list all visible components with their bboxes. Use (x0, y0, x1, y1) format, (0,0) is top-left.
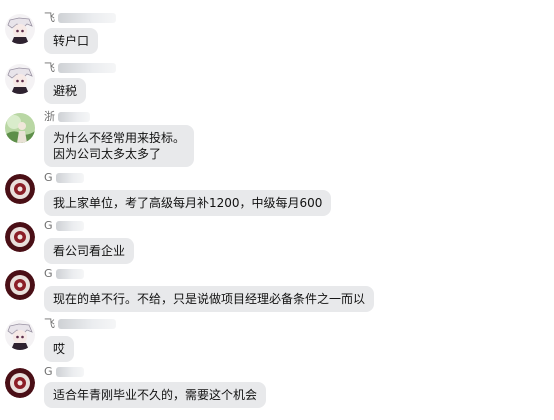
redacted-name (58, 13, 116, 23)
redacted-name (58, 319, 116, 329)
sender-name: G (44, 219, 53, 232)
redacted-name (55, 269, 84, 279)
message-bubble[interactable]: 为什么不经常用来投标。 因为公司太多太多了 (44, 125, 195, 167)
message-text: 为什么不经常用来投标。 (53, 131, 186, 145)
sender-label: 飞 (44, 11, 116, 25)
sender-name: 飞 (44, 317, 55, 330)
message-text: 我上家单位，考了高级每月补1200，中级每月600 (53, 196, 323, 210)
sender-name: G (44, 365, 53, 378)
sender-name: 飞 (44, 11, 55, 24)
sender-label: G (44, 171, 84, 185)
round-badge-avatar-icon[interactable] (5, 368, 35, 398)
green-avatar-icon[interactable] (5, 113, 35, 143)
message-text: 看公司看企业 (53, 244, 126, 258)
redacted-name (58, 112, 90, 122)
round-badge-avatar-icon[interactable] (5, 174, 35, 204)
message-bubble[interactable]: 我上家单位，考了高级每月补1200，中级每月600 (44, 190, 332, 216)
redacted-name (55, 173, 84, 183)
anime-avatar-icon[interactable] (5, 320, 35, 350)
message-text: 现在的单不行。不给，只是说做项目经理必备条件之一而以 (53, 292, 366, 306)
redacted-name (55, 367, 84, 377)
round-badge-avatar-icon[interactable] (5, 222, 35, 252)
sender-label: G (44, 365, 84, 379)
message-text: 哎 (53, 342, 66, 356)
sender-label: 浙 (44, 110, 90, 124)
sender-name: G (44, 171, 53, 184)
sender-label: G (44, 219, 84, 233)
message-text: 因为公司太多太多了 (53, 147, 162, 161)
message-bubble[interactable]: 看公司看企业 (44, 238, 135, 264)
message-bubble[interactable]: 现在的单不行。不给，只是说做项目经理必备条件之一而以 (44, 286, 375, 312)
message-text: 转户口 (53, 34, 90, 48)
redacted-name (58, 63, 116, 73)
sender-label: G (44, 267, 84, 281)
sender-label: 飞 (44, 317, 116, 331)
sender-name: G (44, 267, 53, 280)
round-badge-avatar-icon[interactable] (5, 270, 35, 300)
message-text: 避税 (53, 84, 78, 98)
redacted-name (55, 221, 84, 231)
sender-name: 浙 (44, 110, 55, 123)
anime-avatar-icon[interactable] (5, 64, 35, 94)
message-bubble[interactable]: 适合年青刚毕业不久的，需要这个机会 (44, 382, 267, 408)
anime-avatar-icon[interactable] (5, 14, 35, 44)
chat-history: 飞 转户口 飞 避税 浙 为什么不经常用来投标。 因为公司太多太多了 G 我上家… (0, 0, 554, 420)
message-text: 适合年青刚毕业不久的，需要这个机会 (53, 388, 258, 402)
message-bubble[interactable]: 哎 (44, 336, 75, 362)
message-bubble[interactable]: 转户口 (44, 28, 99, 54)
sender-name: 飞 (44, 61, 55, 74)
sender-label: 飞 (44, 61, 116, 75)
message-bubble[interactable]: 避税 (44, 78, 87, 104)
